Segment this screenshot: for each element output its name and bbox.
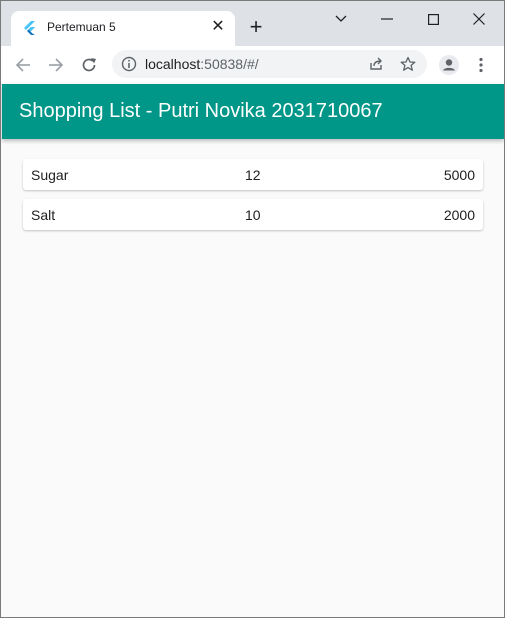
share-icon[interactable]: [368, 56, 384, 72]
url-host: localhost: [145, 56, 201, 72]
tab-close-icon[interactable]: ✕: [209, 18, 227, 36]
item-price: 5000: [443, 167, 475, 183]
reload-icon[interactable]: [79, 55, 99, 75]
list-item[interactable]: Salt 10 2000: [23, 199, 483, 230]
browser-tab[interactable]: Pertemuan 5 ✕: [11, 11, 235, 46]
tab-search-icon[interactable]: [318, 7, 364, 31]
browser-window: Pertemuan 5 ✕ + localhost:50838/#/ Shopp…: [0, 0, 505, 618]
title-bar: Pertemuan 5 ✕ +: [1, 1, 504, 46]
list-item[interactable]: Sugar 12 5000: [23, 159, 483, 190]
address-bar[interactable]: localhost:50838/#/: [112, 50, 427, 78]
bookmark-star-icon[interactable]: [400, 56, 416, 72]
profile-avatar-icon[interactable]: [438, 54, 460, 76]
browser-toolbar: localhost:50838/#/: [1, 46, 504, 85]
item-quantity: 10: [245, 207, 261, 223]
item-name: Sugar: [31, 167, 69, 183]
tab-title: Pertemuan 5: [47, 20, 116, 34]
menu-icon[interactable]: [471, 55, 491, 75]
item-name: Salt: [31, 207, 56, 223]
url-text[interactable]: localhost:50838/#/: [145, 56, 259, 72]
minimize-icon[interactable]: [364, 7, 410, 31]
info-icon[interactable]: [121, 56, 137, 72]
maximize-icon[interactable]: [410, 7, 456, 31]
forward-icon[interactable]: [46, 55, 66, 75]
back-icon[interactable]: [13, 55, 33, 75]
new-tab-icon[interactable]: +: [246, 16, 266, 38]
url-path: :50838/#/: [200, 56, 259, 72]
item-price: 2000: [443, 207, 475, 223]
app-bar: Shopping List - Putri Novika 2031710067: [2, 84, 504, 139]
app-title: Shopping List - Putri Novika 2031710067: [19, 100, 383, 122]
shopping-list: Sugar 12 5000 Salt 10 2000: [23, 159, 483, 239]
close-window-icon[interactable]: [456, 7, 502, 31]
flutter-icon: [24, 21, 35, 35]
item-quantity: 12: [245, 167, 261, 183]
